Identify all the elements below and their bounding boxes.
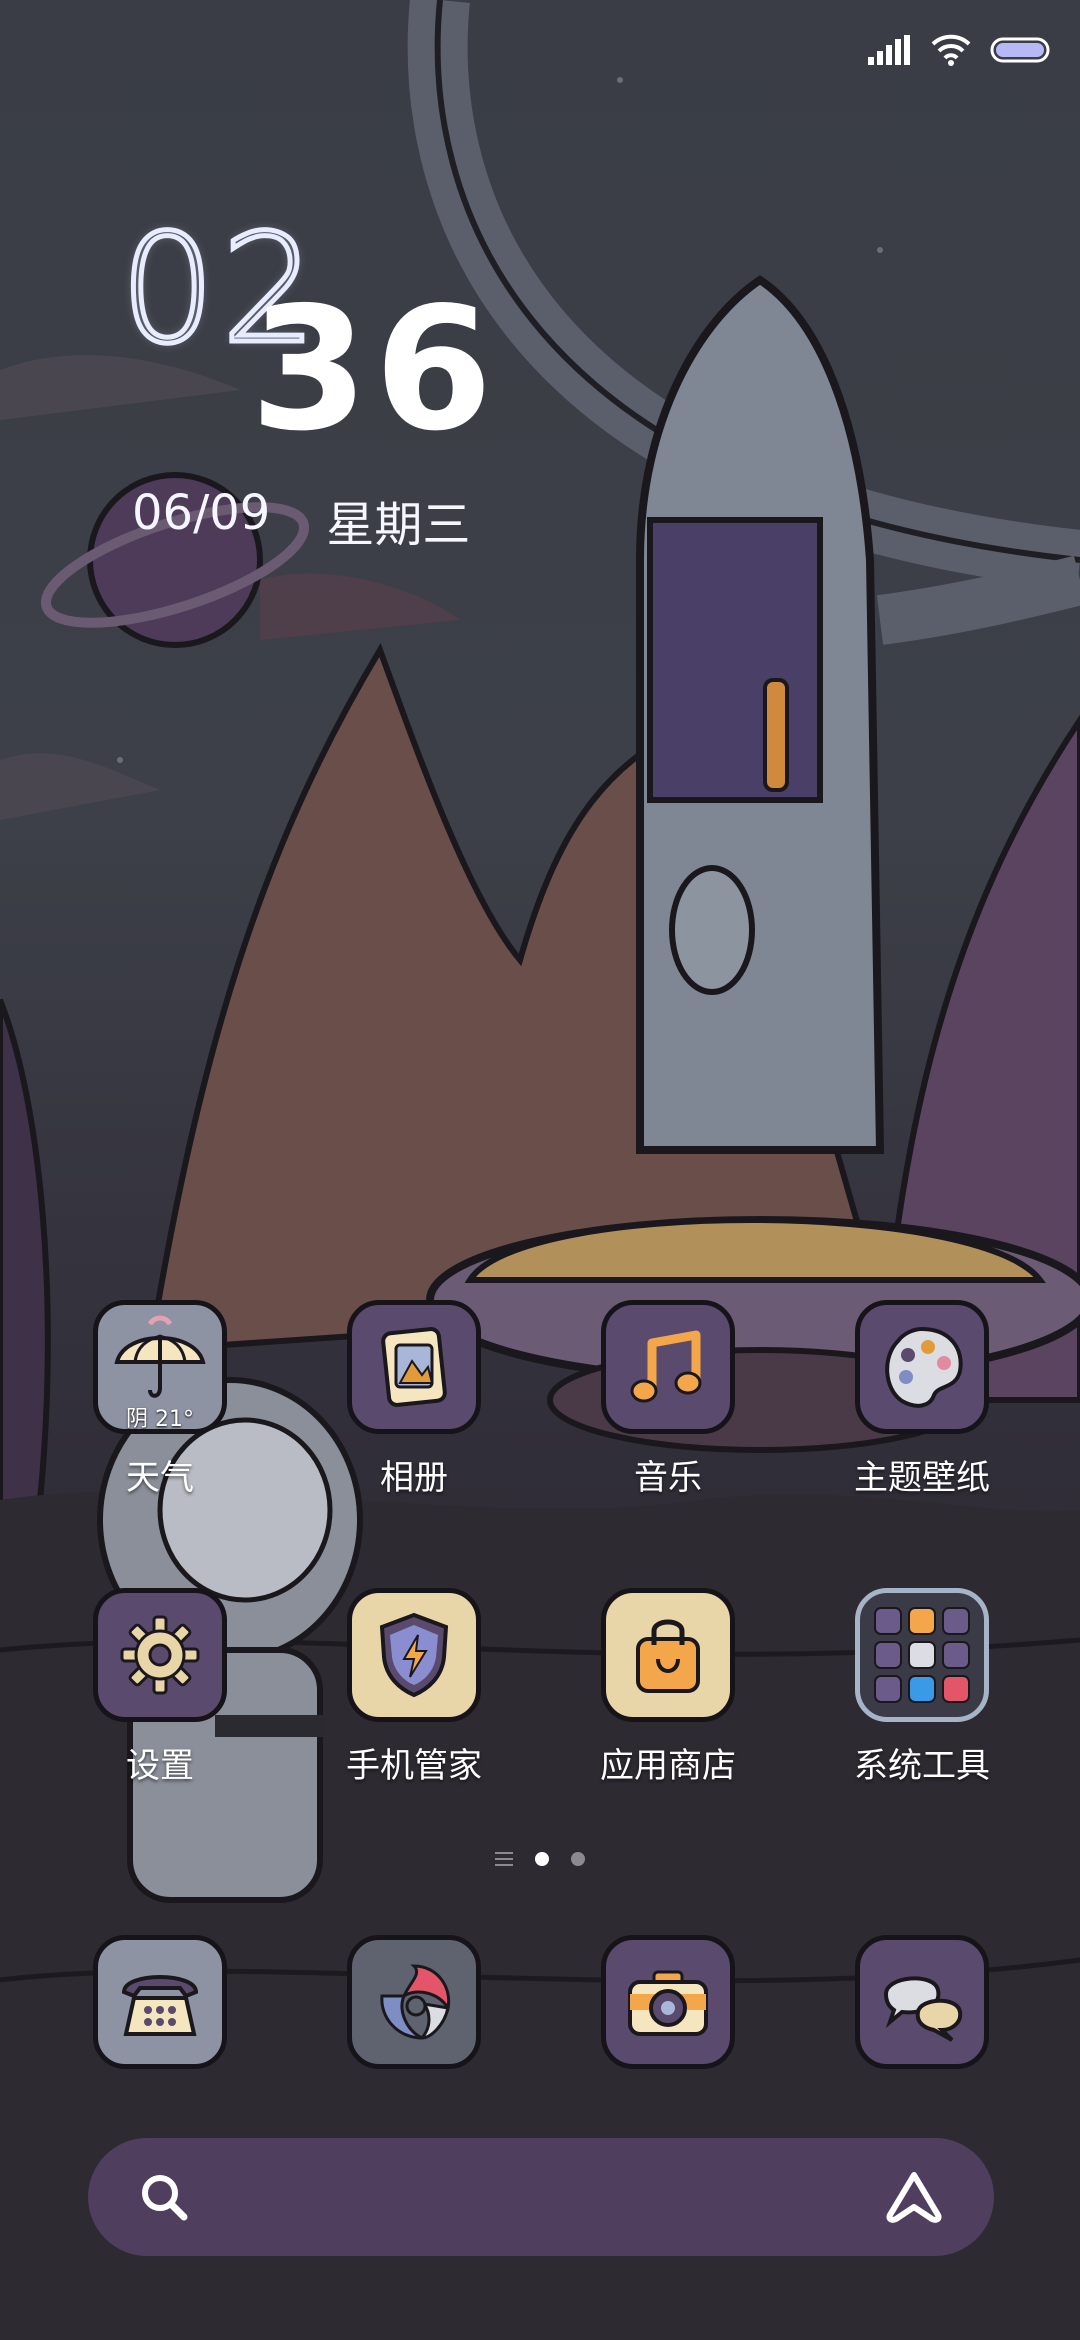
gear-icon [93, 1588, 227, 1722]
app-system-tools-folder[interactable]: 系统工具 [822, 1588, 1022, 1787]
page-indicator[interactable] [0, 1852, 1080, 1866]
app-weather[interactable]: 阴 21° 天气 [60, 1300, 260, 1499]
clock-widget[interactable]: 02 36 [118, 208, 493, 470]
signal-icon [868, 35, 910, 65]
page-dot-active [535, 1852, 549, 1866]
date-text: 06/09 [132, 485, 271, 541]
app-label: 应用商店 [600, 1746, 736, 1786]
app-label: 设置 [126, 1746, 194, 1786]
weather-umbrella-icon: 阴 21° [93, 1300, 227, 1434]
wifi-icon [931, 34, 971, 66]
app-label: 系统工具 [854, 1746, 990, 1786]
browser-icon [347, 1935, 481, 2069]
palette-icon [855, 1300, 989, 1434]
app-label: 天气 [126, 1458, 194, 1498]
home-menu-icon [495, 1852, 513, 1866]
camera-icon [601, 1935, 735, 2069]
weekday-text: 星期三 [326, 497, 471, 553]
clock-minute: 36 [250, 271, 499, 469]
music-note-icon [601, 1300, 735, 1434]
weather-widget-text: 阴 21° [126, 1407, 194, 1432]
search-bar[interactable] [88, 2138, 994, 2256]
assistant-a-icon[interactable] [884, 2169, 944, 2225]
battery-icon [990, 37, 1050, 63]
app-phone-manager[interactable]: 手机管家 [314, 1588, 514, 1787]
app-music[interactable]: 音乐 [568, 1300, 768, 1499]
date-line: 06/09 星期三 [132, 485, 470, 555]
app-gallery[interactable]: 相册 [314, 1300, 514, 1499]
app-phone[interactable] [60, 1935, 260, 2069]
app-messages[interactable] [822, 1935, 1022, 2069]
app-label: 相册 [380, 1458, 448, 1498]
app-browser[interactable] [314, 1935, 514, 2069]
page-dot [571, 1852, 585, 1866]
folder-icon [855, 1588, 989, 1722]
app-themes[interactable]: 主题壁纸 [822, 1300, 1022, 1499]
phone-icon [93, 1935, 227, 2069]
security-shield-icon [347, 1588, 481, 1722]
app-label: 音乐 [634, 1458, 702, 1498]
status-bar [868, 30, 1052, 70]
messages-icon [855, 1935, 989, 2069]
app-label: 手机管家 [346, 1746, 482, 1786]
shopping-bag-icon [601, 1588, 735, 1722]
app-store[interactable]: 应用商店 [568, 1588, 768, 1787]
search-icon[interactable] [138, 2171, 190, 2223]
gallery-icon [347, 1300, 481, 1434]
app-camera[interactable] [568, 1935, 768, 2069]
app-settings[interactable]: 设置 [60, 1588, 260, 1787]
app-label: 主题壁纸 [854, 1458, 990, 1498]
